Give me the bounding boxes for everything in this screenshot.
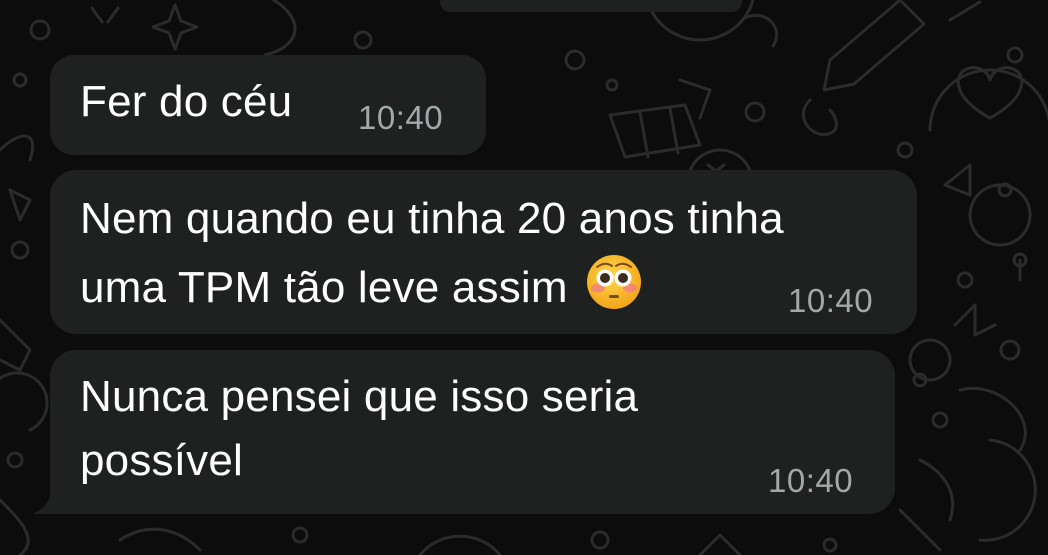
message-bubble[interactable]: Nunca pensei que isso seria possível 10:… xyxy=(50,350,895,514)
previous-message-bubble[interactable] xyxy=(440,0,742,12)
message-text-line-1: Nunca pensei que isso seria xyxy=(80,372,639,421)
message-text: Fer do céu xyxy=(80,77,293,126)
message-text-line-2: possível xyxy=(80,436,244,485)
chat-conversation-area[interactable]: Fer do céu 10:40 Nem quando eu tinha 20 … xyxy=(0,0,1048,555)
message-bubble[interactable]: Nem quando eu tinha 20 anos tinha uma TP… xyxy=(50,170,917,334)
message-text-line-2: uma TPM tão leve assim xyxy=(80,254,642,319)
message-text-line-2-text: uma TPM tão leve assim xyxy=(80,263,568,312)
message-timestamp: 10:40 xyxy=(788,282,874,319)
flushed-face-emoji-icon xyxy=(587,255,642,309)
message-timestamp: 10:40 xyxy=(358,99,444,136)
message-timestamp: 10:40 xyxy=(768,462,854,499)
message-text-line-1: Nem quando eu tinha 20 anos tinha xyxy=(80,194,784,243)
bubble-tail xyxy=(32,480,70,514)
message-bubble[interactable]: Fer do céu 10:40 xyxy=(50,55,486,155)
